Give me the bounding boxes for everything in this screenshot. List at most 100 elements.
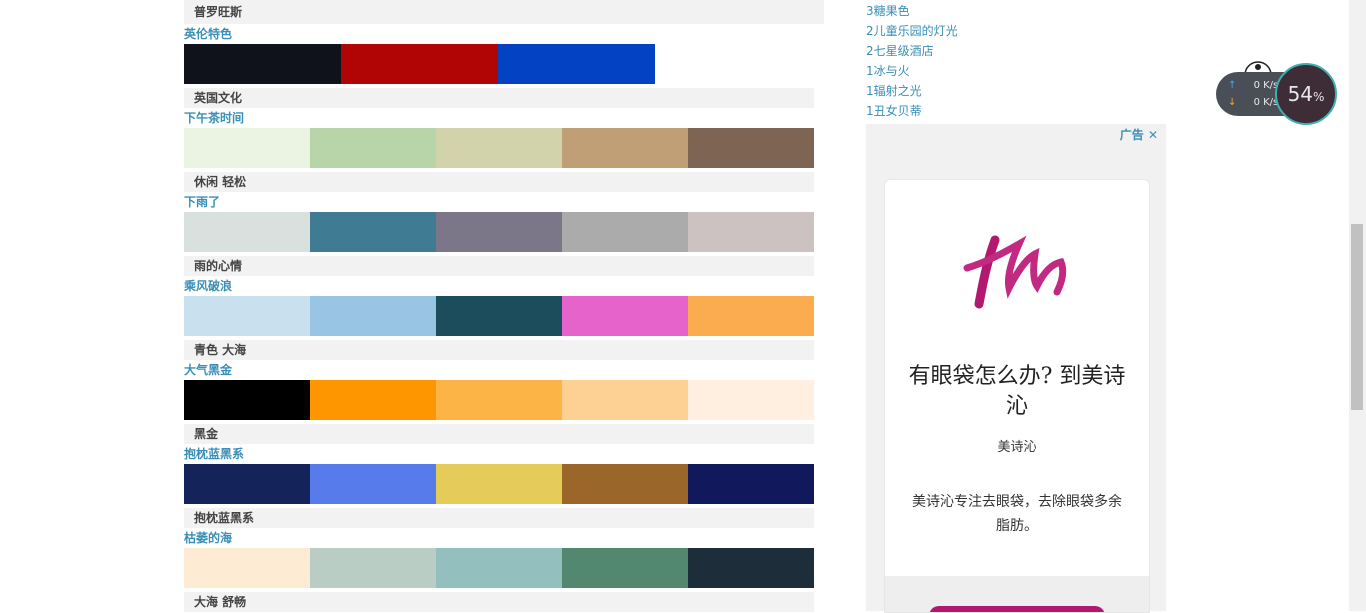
ad-description: 美诗沁专注去眼袋，去除眼袋多余脂肪。 <box>912 494 1122 534</box>
upload-row: ↑ 0 K/s <box>1228 80 1278 91</box>
color-swatch[interactable] <box>688 548 814 588</box>
color-swatch[interactable] <box>310 128 436 168</box>
rank-label[interactable]: 七星级酒店 <box>874 44 934 58</box>
rank-item[interactable]: 1辐射之光 <box>866 81 958 101</box>
color-swatch[interactable] <box>562 128 688 168</box>
download-row: ↓ 0 K/s <box>1228 97 1278 108</box>
color-swatch[interactable] <box>436 548 562 588</box>
palette-title[interactable]: 英伦特色 <box>184 24 814 44</box>
color-swatch[interactable] <box>184 212 310 252</box>
swatch-row <box>184 380 814 420</box>
color-swatch[interactable] <box>184 380 310 420</box>
download-arrow-icon: ↓ <box>1228 97 1237 108</box>
ad-panel[interactable]: 广告 ✕ 有眼袋怎么办? 到美诗沁 美诗沁 美诗沁专注去眼袋，去除眼袋多余脂肪。 <box>866 124 1166 613</box>
rank-count: 1 <box>866 104 874 118</box>
color-swatch[interactable] <box>688 212 814 252</box>
swatch-row <box>184 44 814 84</box>
color-swatch[interactable] <box>310 380 436 420</box>
color-swatch[interactable] <box>310 548 436 588</box>
color-swatch[interactable] <box>688 464 814 504</box>
ad-footer <box>885 576 1149 612</box>
palette-title[interactable]: 乘风破浪 <box>184 276 814 296</box>
color-swatch[interactable] <box>688 296 814 336</box>
color-swatch[interactable] <box>688 128 814 168</box>
color-swatch[interactable] <box>562 296 688 336</box>
memory-gauge[interactable]: 54% <box>1275 63 1337 125</box>
color-swatch[interactable] <box>688 380 814 420</box>
rank-item[interactable]: 1冰与火 <box>866 61 958 81</box>
scrollbar[interactable] <box>1349 0 1366 611</box>
speed-widget[interactable]: ↑ 0 K/s ↓ 0 K/s 54% <box>1213 57 1337 125</box>
palette-tag-top: 普罗旺斯 <box>184 0 824 24</box>
rank-item[interactable]: 2七星级酒店 <box>866 41 958 61</box>
rank-list: 3糖果色 2儿童乐园的灯光 2七星级酒店 1冰与火 1辐射之光 1丑女贝蒂 <box>866 1 958 121</box>
color-swatch[interactable] <box>184 44 341 84</box>
palette-block: 英伦特色 英国文化 <box>184 24 814 108</box>
rank-count: 2 <box>866 44 874 58</box>
scrollbar-thumb[interactable] <box>1351 224 1363 410</box>
color-swatch[interactable] <box>184 296 310 336</box>
ad-label-text: 广告 <box>1119 128 1144 142</box>
rank-label[interactable]: 糖果色 <box>874 4 910 18</box>
palette-tag: 英国文化 <box>184 88 814 108</box>
color-swatch[interactable] <box>310 464 436 504</box>
palette-title[interactable]: 枯萎的海 <box>184 528 814 548</box>
color-swatch[interactable] <box>310 296 436 336</box>
palette-block: 乘风破浪 青色 大海 <box>184 276 814 360</box>
palette-list: 英伦特色英国文化 下午茶时间休闲 轻松 下雨了雨的心情 乘风破浪青色 大海 大气黑金黑金… <box>184 24 814 612</box>
color-swatch[interactable] <box>498 44 655 84</box>
color-swatch[interactable] <box>562 380 688 420</box>
color-swatch[interactable] <box>562 464 688 504</box>
swatch-row <box>184 212 814 252</box>
palette-block: 下午茶时间休闲 轻松 <box>184 108 814 192</box>
palette-title[interactable]: 抱枕蓝黑系 <box>184 444 814 464</box>
rank-item[interactable]: 3糖果色 <box>866 1 958 21</box>
palette-block: 下雨了 雨的心情 <box>184 192 814 276</box>
ad-cta-button[interactable] <box>929 606 1105 612</box>
palette-tag: 抱枕蓝黑系 <box>184 508 814 528</box>
close-icon[interactable]: ✕ <box>1148 128 1158 142</box>
color-swatch[interactable] <box>184 128 310 168</box>
swatch-row <box>184 464 814 504</box>
palette-tag: 黑金 <box>184 424 814 444</box>
rank-label[interactable]: 辐射之光 <box>874 84 922 98</box>
upload-arrow-icon: ↑ <box>1228 80 1237 91</box>
rank-count: 1 <box>866 84 874 98</box>
palette-title[interactable]: 大气黑金 <box>184 360 814 380</box>
rank-item[interactable]: 1丑女贝蒂 <box>866 101 958 121</box>
ad-brand: 美诗沁 <box>997 440 1037 455</box>
rank-count: 3 <box>866 4 874 18</box>
swatch-row <box>184 548 814 588</box>
palette-title[interactable]: 下雨了 <box>184 192 814 212</box>
swatch-row <box>184 296 814 336</box>
rank-count: 2 <box>866 24 874 38</box>
color-swatch[interactable] <box>436 128 562 168</box>
color-swatch[interactable] <box>562 548 688 588</box>
color-swatch[interactable] <box>184 464 310 504</box>
palette-tag: 休闲 轻松 <box>184 172 814 192</box>
ad-card[interactable]: 有眼袋怎么办? 到美诗沁 美诗沁 美诗沁专注去眼袋，去除眼袋多余脂肪。 <box>884 179 1150 613</box>
palette-title[interactable]: 下午茶时间 <box>184 108 814 128</box>
color-swatch[interactable] <box>341 44 498 84</box>
rank-count: 1 <box>866 64 874 78</box>
ad-label[interactable]: 广告 ✕ <box>1120 126 1158 143</box>
palette-tag: 青色 大海 <box>184 340 814 360</box>
palette-block: 抱枕蓝黑系 抱枕蓝黑系 <box>184 444 814 528</box>
rank-label[interactable]: 丑女贝蒂 <box>874 104 922 118</box>
color-swatch[interactable] <box>562 212 688 252</box>
color-swatch[interactable] <box>436 212 562 252</box>
color-swatch[interactable] <box>436 380 562 420</box>
brand-logo <box>963 235 1067 309</box>
rank-item[interactable]: 2儿童乐园的灯光 <box>866 21 958 41</box>
palette-block: 大气黑金 黑金 <box>184 360 814 444</box>
color-swatch[interactable] <box>310 212 436 252</box>
rank-label[interactable]: 冰与火 <box>874 64 910 78</box>
rank-label[interactable]: 儿童乐园的灯光 <box>874 24 958 38</box>
palette-tag: 雨的心情 <box>184 256 814 276</box>
color-swatch[interactable] <box>436 296 562 336</box>
swatch-row <box>184 128 814 168</box>
ad-headline[interactable]: 有眼袋怎么办? 到美诗沁 <box>899 362 1135 422</box>
color-swatch[interactable] <box>184 548 310 588</box>
color-swatch[interactable] <box>436 464 562 504</box>
memory-percent: 54% <box>1287 82 1325 106</box>
